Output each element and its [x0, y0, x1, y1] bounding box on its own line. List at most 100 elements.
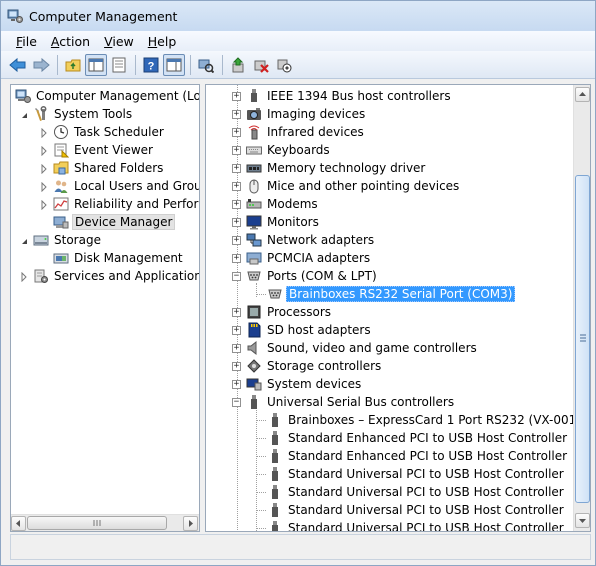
device-usb-brainboxes-expresscard[interactable]: Brainboxes – ExpressCard 1 Port RS232 (V…: [267, 411, 583, 429]
device-usb-controller[interactable]: Standard Universal PCI to USB Host Contr…: [267, 519, 566, 531]
tree-item-services-applications[interactable]: Services and Applications: [19, 267, 199, 285]
up-button[interactable]: [62, 54, 84, 76]
collapsed-arrow-icon[interactable]: [39, 145, 49, 157]
scroll-left-button[interactable]: [11, 516, 26, 531]
device-category-mice[interactable]: + Mice and other pointing devices: [232, 177, 461, 195]
expand-plus-icon[interactable]: +: [232, 199, 241, 209]
collapsed-arrow-icon[interactable]: [39, 163, 49, 175]
device-category-pcmcia[interactable]: + PCMCIA adapters: [232, 249, 372, 267]
back-button[interactable]: [7, 54, 29, 76]
device-brainboxes-rs232-com3[interactable]: Brainboxes RS232 Serial Port (COM3): [267, 285, 516, 303]
usb-icon: [267, 412, 283, 428]
show-console-tree-button[interactable]: [85, 53, 107, 76]
tree-item-shared-folders[interactable]: Shared Folders: [39, 159, 165, 177]
services-icon: [33, 268, 49, 284]
tree-connector-line: [256, 403, 257, 531]
device-category-network[interactable]: + Network adapters: [232, 231, 376, 249]
tree-item-event-viewer[interactable]: Event Viewer: [39, 141, 155, 159]
device-category-system-devices[interactable]: + System devices: [232, 375, 363, 393]
device-tree-vertical-scrollbar[interactable]: [573, 85, 590, 531]
tree-item-computer-management[interactable]: Computer Management (Local: [15, 87, 199, 105]
collapse-minus-icon[interactable]: −: [232, 397, 241, 407]
tree-item-disk-management[interactable]: Disk Management: [53, 249, 185, 267]
console-tree-icon: [88, 58, 104, 71]
device-usb-controller[interactable]: Standard Enhanced PCI to USB Host Contro…: [267, 447, 569, 465]
expand-plus-icon[interactable]: +: [232, 127, 241, 137]
device-category-processors[interactable]: + Processors: [232, 303, 333, 321]
expand-plus-icon[interactable]: +: [232, 217, 241, 227]
menu-help[interactable]: Help: [141, 34, 184, 49]
scroll-right-button[interactable]: [183, 516, 198, 531]
tree-item-local-users[interactable]: Local Users and Groups: [39, 177, 199, 195]
computer-management-icon: [7, 8, 23, 24]
tree-item-task-scheduler[interactable]: Task Scheduler: [39, 123, 166, 141]
collapsed-arrow-icon[interactable]: [39, 199, 49, 211]
keyboard-icon: [246, 142, 262, 158]
expand-plus-icon[interactable]: +: [232, 343, 241, 353]
export-list-button[interactable]: [108, 54, 130, 76]
help-icon: ?: [143, 57, 159, 72]
device-category-usb[interactable]: − Universal Serial Bus controllers: [232, 393, 456, 411]
toolbar-separator: [190, 54, 191, 75]
menu-view[interactable]: View: [97, 34, 141, 49]
up-folder-icon: [65, 59, 81, 71]
expand-plus-icon[interactable]: +: [232, 145, 241, 155]
device-category-sd-host[interactable]: + SD host adapters: [232, 321, 373, 339]
expand-plus-icon[interactable]: +: [232, 163, 241, 173]
device-usb-controller[interactable]: Standard Universal PCI to USB Host Contr…: [267, 465, 566, 483]
toolbar-separator: [57, 54, 58, 75]
expand-plus-icon[interactable]: +: [232, 253, 241, 263]
collapsed-arrow-icon[interactable]: [39, 127, 49, 139]
usb-icon: [267, 502, 283, 518]
tree-item-storage[interactable]: Storage: [19, 231, 103, 249]
collapsed-arrow-icon[interactable]: [19, 271, 29, 283]
device-category-infrared[interactable]: + Infrared devices: [232, 123, 366, 141]
menu-action[interactable]: Action: [44, 34, 97, 49]
device-category-imaging[interactable]: + Imaging devices: [232, 105, 367, 123]
device-usb-controller[interactable]: Standard Enhanced PCI to USB Host Contro…: [267, 429, 569, 447]
device-category-monitors[interactable]: + Monitors: [232, 213, 321, 231]
disable-button[interactable]: [273, 54, 295, 76]
device-category-storage-controllers[interactable]: + Storage controllers: [232, 357, 383, 375]
monitor-icon: [246, 214, 262, 230]
device-usb-controller[interactable]: Standard Universal PCI to USB Host Contr…: [267, 483, 566, 501]
processor-icon: [246, 304, 262, 320]
tree-item-reliability[interactable]: Reliability and Performa: [39, 195, 199, 213]
device-category-sound[interactable]: + Sound, video and game controllers: [232, 339, 479, 357]
expand-plus-icon[interactable]: +: [232, 361, 241, 371]
device-tree-pane: + IEEE 1394 Bus host controllers + Imagi…: [205, 84, 591, 532]
device-category-memory-technology[interactable]: + Memory technology driver: [232, 159, 427, 177]
device-category-keyboards[interactable]: + Keyboards: [232, 141, 332, 159]
uninstall-icon: [254, 60, 269, 73]
expand-plus-icon[interactable]: +: [232, 307, 241, 317]
expand-plus-icon[interactable]: +: [232, 325, 241, 335]
forward-button[interactable]: [30, 54, 52, 76]
device-category-ieee1394[interactable]: + IEEE 1394 Bus host controllers: [232, 87, 453, 105]
device-category-ports[interactable]: − Ports (COM & LPT): [232, 267, 379, 285]
menu-file[interactable]: File: [9, 34, 44, 49]
device-usb-controller[interactable]: Standard Universal PCI to USB Host Contr…: [267, 501, 566, 519]
scroll-up-button[interactable]: [575, 87, 590, 102]
show-action-pane-button[interactable]: [163, 53, 185, 76]
tree-item-system-tools[interactable]: System Tools: [19, 105, 134, 123]
help-button[interactable]: ?: [140, 54, 162, 76]
horizontal-scroll-thumb[interactable]: [27, 516, 167, 530]
update-driver-button[interactable]: [227, 54, 249, 76]
vertical-scroll-thumb[interactable]: [575, 175, 590, 503]
console-tree-horizontal-scrollbar[interactable]: [11, 514, 199, 531]
expanded-arrow-icon[interactable]: [19, 235, 29, 245]
expand-plus-icon[interactable]: +: [232, 181, 241, 191]
device-category-modems[interactable]: + Modems: [232, 195, 320, 213]
expand-plus-icon[interactable]: +: [232, 379, 241, 389]
disable-icon: [277, 59, 292, 72]
scroll-down-button[interactable]: [575, 513, 590, 528]
collapse-minus-icon[interactable]: −: [232, 271, 241, 281]
expanded-arrow-icon[interactable]: [19, 109, 29, 119]
expand-plus-icon[interactable]: +: [232, 235, 241, 245]
tree-item-device-manager[interactable]: Device Manager: [53, 213, 176, 231]
collapsed-arrow-icon[interactable]: [39, 181, 49, 193]
uninstall-button[interactable]: [250, 54, 272, 76]
expand-plus-icon[interactable]: +: [232, 109, 241, 119]
scan-hardware-button[interactable]: [195, 54, 217, 76]
expand-plus-icon[interactable]: +: [232, 91, 241, 101]
